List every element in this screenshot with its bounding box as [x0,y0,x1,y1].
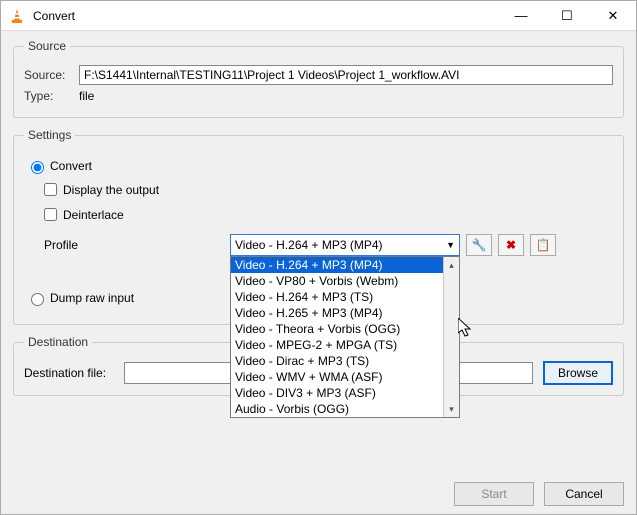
dropdown-scrollbar[interactable]: ▴ ▾ [443,257,459,417]
source-label: Source: [24,68,79,82]
convert-radio[interactable]: Convert [26,158,611,174]
cancel-button[interactable]: Cancel [544,482,624,506]
delete-icon: ✖ [506,238,516,252]
maximize-button[interactable]: ☐ [544,1,590,30]
vlc-icon [9,8,25,24]
settings-group: Settings Convert Display the output Dein… [13,128,624,325]
footer: Start Cancel [454,482,624,506]
profile-dropdown-wrap: Video - H.264 + MP3 (MP4) ▼ Video - H.26… [230,234,460,256]
delete-profile-button[interactable]: ✖ [498,234,524,256]
type-value: file [79,89,94,103]
profile-option[interactable]: Audio - Vorbis (OGG) [231,401,459,417]
profile-label: Profile [40,238,230,252]
convert-window: Convert — ☐ ✕ Source Source: Type: file … [0,0,637,515]
profile-option[interactable]: Video - H.264 + MP3 (TS) [231,289,459,305]
profile-row: Profile Video - H.264 + MP3 (MP4) ▼ Vide… [40,234,611,256]
start-button[interactable]: Start [454,482,534,506]
scroll-track[interactable] [444,273,459,401]
convert-radio-input[interactable] [31,161,44,174]
content: Source Source: Type: file Settings Conve… [1,31,636,414]
titlebar: Convert — ☐ ✕ [1,1,636,31]
close-button[interactable]: ✕ [590,1,636,30]
type-label: Type: [24,89,79,103]
source-input[interactable] [79,65,613,85]
profile-option[interactable]: Video - WMV + WMA (ASF) [231,369,459,385]
profile-option[interactable]: Video - H.265 + MP3 (MP4) [231,305,459,321]
window-title: Convert [33,9,498,23]
edit-profile-button[interactable]: 🔧 [466,234,492,256]
profile-dropdown[interactable]: Video - H.264 + MP3 (MP4) ▼ [230,234,460,256]
display-output-input[interactable] [44,183,57,196]
wrench-icon: 🔧 [472,238,487,252]
source-legend: Source [24,39,70,53]
profile-option[interactable]: Video - MPEG-2 + MPGA (TS) [231,337,459,353]
display-output-label: Display the output [63,183,159,197]
profile-option[interactable]: Video - VP80 + Vorbis (Webm) [231,273,459,289]
profile-option[interactable]: Video - Theora + Vorbis (OGG) [231,321,459,337]
profile-selected: Video - H.264 + MP3 (MP4) [235,238,383,252]
destination-file-label: Destination file: [24,366,124,380]
source-group: Source Source: Type: file [13,39,624,118]
deinterlace-label: Deinterlace [63,208,124,222]
scroll-down-icon[interactable]: ▾ [444,401,459,417]
settings-legend: Settings [24,128,75,142]
convert-radio-label: Convert [50,159,92,173]
window-buttons: — ☐ ✕ [498,1,636,30]
profile-dropdown-list: Video - H.264 + MP3 (MP4) Video - VP80 +… [230,256,460,418]
display-output-check[interactable]: Display the output [40,180,611,199]
profile-option[interactable]: Video - DIV3 + MP3 (ASF) [231,385,459,401]
dump-raw-label: Dump raw input [50,291,134,305]
browse-button[interactable]: Browse [543,361,613,385]
new-profile-button[interactable]: 📋 [530,234,556,256]
chevron-down-icon: ▼ [446,240,455,250]
minimize-button[interactable]: — [498,1,544,30]
deinterlace-input[interactable] [44,208,57,221]
destination-legend: Destination [24,335,92,349]
scroll-up-icon[interactable]: ▴ [444,257,459,273]
new-profile-icon: 📋 [536,238,551,252]
dump-raw-input[interactable] [31,293,44,306]
profile-option[interactable]: Video - Dirac + MP3 (TS) [231,353,459,369]
deinterlace-check[interactable]: Deinterlace [40,205,611,224]
profile-option[interactable]: Video - H.264 + MP3 (MP4) [231,257,459,273]
